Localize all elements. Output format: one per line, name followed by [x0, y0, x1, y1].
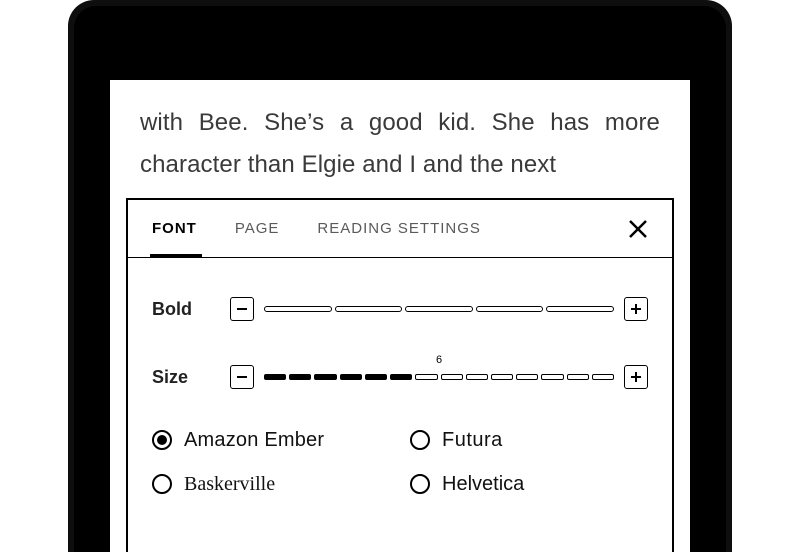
radio-icon [152, 430, 172, 450]
size-label: Size [152, 367, 230, 388]
close-button[interactable] [622, 213, 654, 245]
font-option[interactable]: Amazon Ember [152, 430, 390, 450]
size-slider-segment [567, 374, 589, 380]
size-slider-segment [466, 374, 488, 380]
minus-icon [236, 303, 248, 315]
size-slider-segment [365, 374, 387, 380]
size-slider-segment [289, 374, 311, 380]
tab-active-indicator [150, 254, 202, 258]
size-slider-segment [541, 374, 563, 380]
device-frame: with Bee. She’s a good kid. She has more… [68, 0, 732, 552]
size-increase-button[interactable] [624, 365, 648, 389]
bold-label: Bold [152, 299, 230, 320]
tab-page[interactable]: PAGE [233, 200, 282, 258]
bold-increase-button[interactable] [624, 297, 648, 321]
settings-tabs: FONT PAGE READING SETTINGS [128, 200, 672, 258]
font-option[interactable]: Baskerville [152, 474, 390, 494]
size-slider-segment [340, 374, 362, 380]
device-bezel: with Bee. She’s a good kid. She has more… [74, 6, 726, 552]
size-slider-segment [516, 374, 538, 380]
screen: with Bee. She’s a good kid. She has more… [110, 80, 690, 552]
tab-font[interactable]: FONT [150, 200, 199, 258]
size-slider-segment [491, 374, 513, 380]
font-option[interactable]: Futura [410, 430, 648, 450]
size-slider-segment [264, 374, 286, 380]
size-slider-segment [390, 374, 412, 380]
bold-slider[interactable] [264, 295, 614, 323]
size-slider-segment [415, 374, 437, 380]
size-value-label: 6 [264, 355, 614, 366]
size-decrease-button[interactable] [230, 365, 254, 389]
size-row: Size 6 [152, 350, 648, 404]
panel-body: Bold [128, 258, 672, 494]
font-family-list: Amazon Ember Futura Baskerville Helvetica [152, 430, 648, 494]
display-settings-panel: FONT PAGE READING SETTINGS [126, 198, 674, 552]
bold-slider-segment [405, 306, 473, 312]
book-text: with Bee. She’s a good kid. She has more… [140, 102, 660, 186]
bold-row: Bold [152, 282, 648, 336]
size-slider-segment [314, 374, 336, 380]
minus-icon [236, 371, 248, 383]
bold-decrease-button[interactable] [230, 297, 254, 321]
radio-icon [410, 430, 430, 450]
radio-icon [410, 474, 430, 494]
size-slider-segment [441, 374, 463, 380]
bold-slider-segment [264, 306, 332, 312]
font-option[interactable]: Helvetica [410, 474, 648, 494]
font-option-label: Baskerville [184, 474, 275, 494]
size-slider-segment [592, 374, 614, 380]
tab-divider [128, 257, 672, 258]
tab-reading-settings[interactable]: READING SETTINGS [315, 200, 483, 258]
close-icon [628, 219, 648, 239]
font-option-label: Futura [442, 430, 503, 450]
font-option-label: Amazon Ember [184, 430, 324, 450]
bold-slider-segment [546, 306, 614, 312]
plus-icon [630, 303, 642, 315]
radio-icon [152, 474, 172, 494]
size-slider[interactable]: 6 [264, 363, 614, 391]
bold-slider-segment [335, 306, 403, 312]
font-option-label: Helvetica [442, 474, 524, 494]
bold-slider-segment [476, 306, 544, 312]
plus-icon [630, 371, 642, 383]
